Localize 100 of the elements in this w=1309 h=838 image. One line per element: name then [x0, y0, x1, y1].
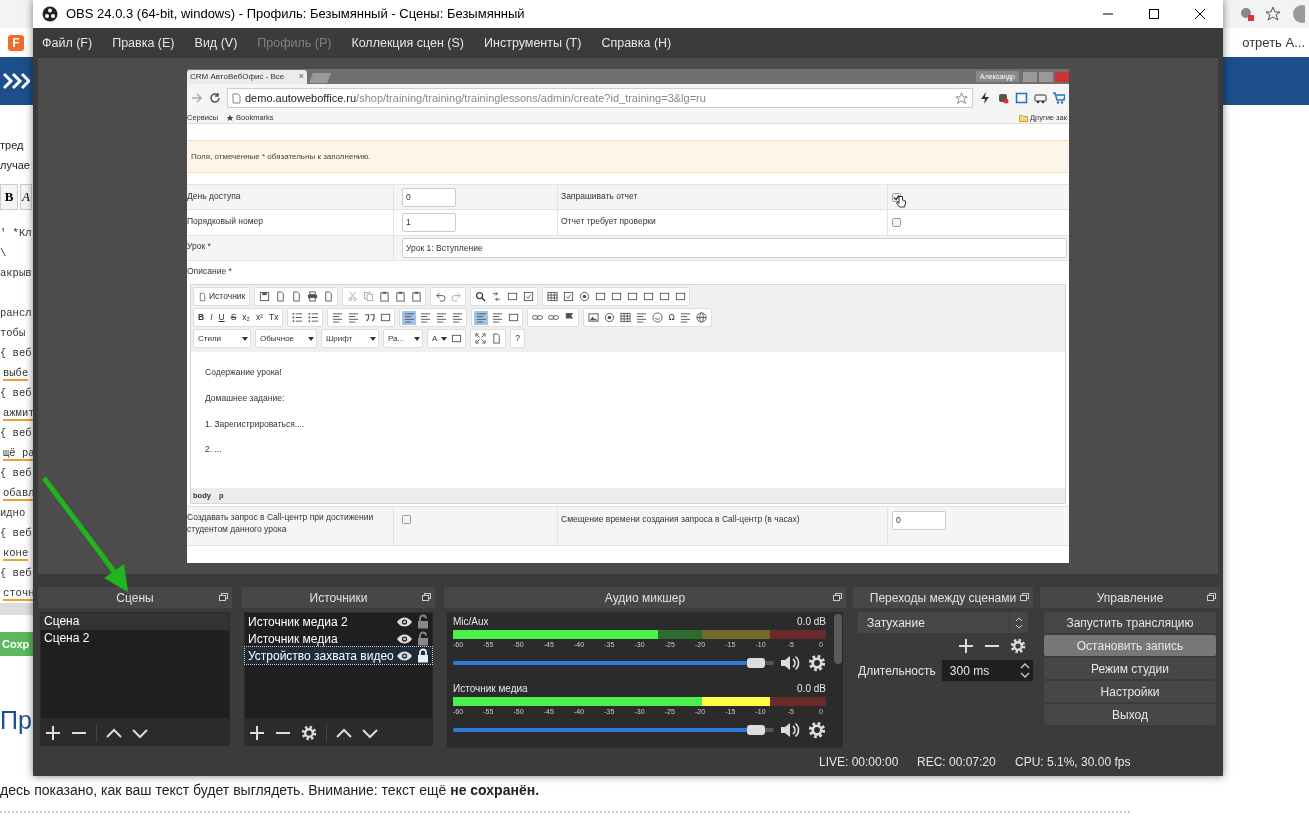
car-icon[interactable]: [1034, 92, 1047, 104]
lines-icon[interactable]: [450, 310, 465, 325]
format-button[interactable]: A: [20, 184, 32, 210]
scene-item[interactable]: Сцена 2: [41, 630, 229, 647]
editor-button[interactable]: Tx: [267, 310, 281, 325]
transition-dropdown[interactable]: Затухание: [858, 612, 1028, 633]
lightning-icon[interactable]: [979, 92, 991, 104]
check-icon[interactable]: [521, 289, 536, 304]
table-icon[interactable]: [618, 310, 633, 325]
scrollbar[interactable]: [0, 603, 33, 615]
menu-item[interactable]: Коллекция сцен (S): [351, 33, 465, 53]
list-icon[interactable]: [306, 310, 321, 325]
image-icon[interactable]: [586, 310, 601, 325]
circle-icon[interactable]: [602, 310, 617, 325]
input-field[interactable]: Урок 1: Вступление: [402, 238, 1067, 258]
float-icon[interactable]: [833, 593, 842, 601]
editor-button[interactable]: B: [196, 310, 207, 325]
maximize-icon[interactable]: [1148, 8, 1160, 20]
eye-icon[interactable]: [396, 632, 413, 645]
lines-icon[interactable]: [402, 310, 417, 325]
bookmark-link[interactable]: отреть А...: [1242, 32, 1305, 53]
slider-thumb[interactable]: [746, 725, 765, 735]
lines-icon[interactable]: [346, 310, 361, 325]
dropdown[interactable]: Шрифт: [324, 331, 376, 346]
browser-tab[interactable]: CRM АвтоВебОфис - Все ×: [187, 70, 307, 84]
lines-icon[interactable]: [634, 310, 649, 325]
list-icon[interactable]: [290, 310, 305, 325]
gear-icon[interactable]: [808, 654, 826, 672]
clipboard-icon[interactable]: [393, 289, 408, 304]
closed-lock-icon[interactable]: [417, 648, 429, 663]
slider-thumb[interactable]: [746, 658, 765, 668]
duration-field[interactable]: 300 ms: [941, 660, 1033, 681]
clipboard-icon[interactable]: [409, 289, 424, 304]
menu-item[interactable]: Файл (F): [42, 33, 93, 53]
format-button[interactable]: B: [0, 184, 18, 210]
lines-icon[interactable]: [434, 310, 449, 325]
extension-icon[interactable]: [1239, 6, 1255, 22]
control-button[interactable]: Режим студии: [1044, 658, 1216, 679]
editor-button[interactable]: Ω: [666, 310, 677, 325]
clipboard-icon[interactable]: [377, 289, 392, 304]
source-item[interactable]: Источник медиа 2: [245, 613, 432, 630]
print-icon[interactable]: [305, 289, 320, 304]
source-item[interactable]: Устройство захвата видео: [245, 647, 432, 664]
tab-close-button[interactable]: ×: [298, 70, 304, 84]
dropdown[interactable]: A: [430, 331, 448, 346]
menu-item[interactable]: Справка (H): [601, 33, 672, 53]
menu-item[interactable]: Вид (V): [194, 33, 238, 53]
star-icon[interactable]: [226, 113, 235, 122]
lines-icon[interactable]: [678, 310, 693, 325]
lines-icon[interactable]: [474, 310, 489, 325]
check-icon[interactable]: [561, 289, 576, 304]
control-button[interactable]: Выход: [1044, 704, 1216, 725]
gear-icon[interactable]: [300, 724, 318, 741]
speaker-icon[interactable]: [780, 721, 800, 739]
star-icon[interactable]: [1265, 6, 1281, 22]
eye-icon[interactable]: [396, 615, 413, 628]
circle-icon[interactable]: [577, 289, 592, 304]
float-icon[interactable]: [1020, 593, 1029, 601]
editor-button[interactable]: I: [208, 310, 215, 325]
add-icon[interactable]: [248, 724, 266, 741]
float-icon[interactable]: [422, 593, 431, 601]
expand-icon[interactable]: [473, 331, 488, 346]
scene-item[interactable]: Сцена: [41, 613, 229, 630]
speaker-icon[interactable]: [780, 654, 800, 672]
editor-button[interactable]: Источник: [196, 289, 248, 304]
menu-item[interactable]: Инструменты (T): [484, 33, 582, 53]
control-button[interactable]: Настройки: [1044, 681, 1216, 702]
search-icon[interactable]: [473, 289, 488, 304]
reload-icon[interactable]: [209, 92, 221, 104]
control-button[interactable]: Запустить трансляцию: [1044, 612, 1216, 633]
editor-button[interactable]: ?: [513, 331, 523, 346]
input-field[interactable]: 0: [892, 511, 946, 530]
editor-button[interactable]: x²: [253, 310, 265, 325]
lines-icon[interactable]: [330, 310, 345, 325]
scrollbar-thumb[interactable]: [834, 614, 842, 664]
globe-icon[interactable]: [694, 310, 709, 325]
source-item[interactable]: Источник медиа: [245, 630, 432, 647]
editor-button[interactable]: U: [216, 310, 227, 325]
control-button[interactable]: Остановить запись: [1044, 635, 1216, 656]
add-icon[interactable]: [957, 638, 975, 654]
page-icon[interactable]: [198, 291, 207, 302]
lines-icon[interactable]: [418, 310, 433, 325]
table-icon[interactable]: [545, 289, 560, 304]
open-lock-icon[interactable]: [417, 631, 429, 646]
extension-icon[interactable]: [997, 92, 1009, 104]
checkbox[interactable]: [402, 515, 411, 524]
eye-icon[interactable]: [396, 649, 413, 662]
star-icon[interactable]: [955, 91, 968, 105]
float-icon[interactable]: [219, 593, 228, 601]
editor-button[interactable]: x₂: [240, 310, 252, 325]
float-icon[interactable]: [1207, 593, 1216, 601]
gear-icon[interactable]: [808, 721, 826, 739]
checkbox[interactable]: [892, 218, 901, 227]
address-bar[interactable]: demo.autoweboffice.ru/shop/training/training/traininglessons/admin/create?id_training=3&lg=ru: [227, 88, 973, 108]
cart-icon[interactable]: [1053, 92, 1065, 104]
lines-icon[interactable]: [490, 310, 505, 325]
screen-capture-icon[interactable]: [1015, 92, 1028, 104]
dropdown[interactable]: Обычное: [258, 331, 314, 346]
dropdown[interactable]: Стили: [196, 331, 248, 346]
add-icon[interactable]: [44, 724, 62, 741]
